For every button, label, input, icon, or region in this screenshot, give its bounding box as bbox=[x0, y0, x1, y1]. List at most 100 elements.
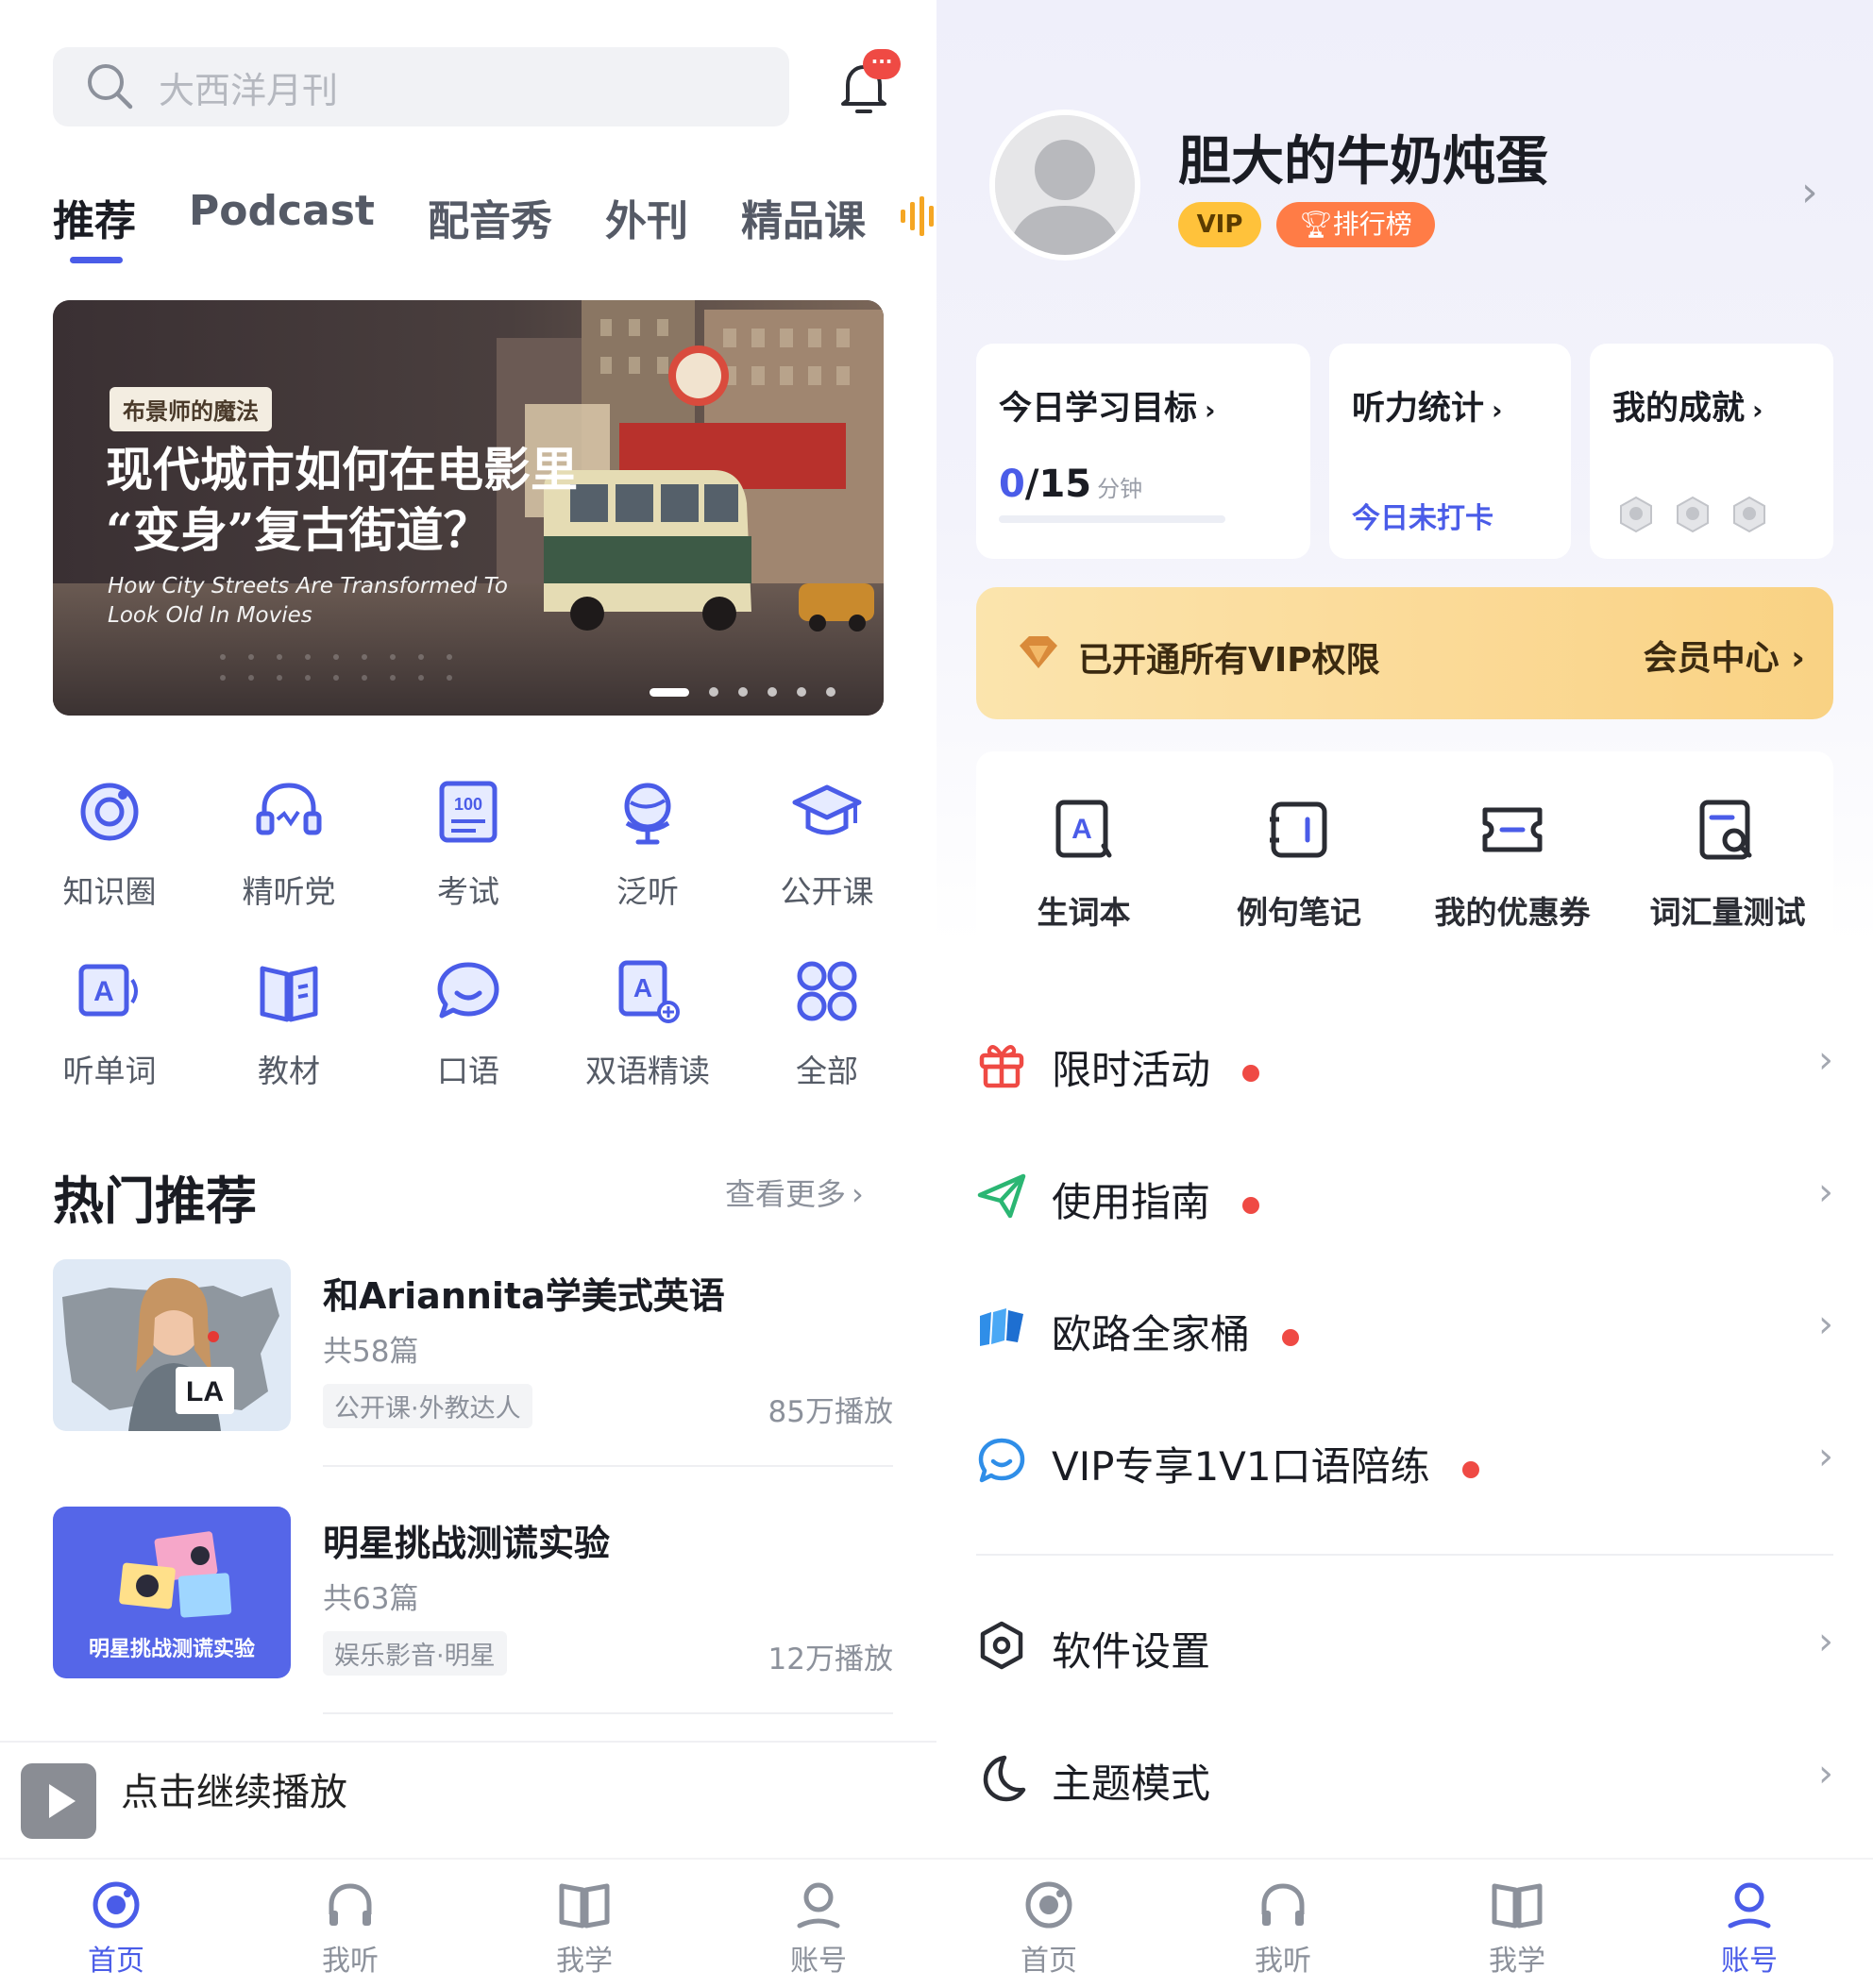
course-title: 和Ariannita学美式英语 bbox=[323, 1275, 725, 1317]
course-tag: 公开课·外教达人 bbox=[323, 1384, 532, 1428]
tab-home[interactable]: 首页 bbox=[45, 1875, 187, 1979]
tool-label: 例句笔记 bbox=[1237, 894, 1361, 931]
banner-pagination[interactable] bbox=[650, 687, 855, 697]
course-thumbnail: LA bbox=[53, 1259, 291, 1431]
tab-recommend[interactable]: 推荐 bbox=[53, 187, 136, 263]
menu-item-settings[interactable]: 软件设置 › bbox=[976, 1582, 1833, 1714]
menu-item-theme[interactable]: 主题模式 › bbox=[976, 1714, 1833, 1846]
study-goal-card[interactable]: 今日学习目标 › 0/15 分钟 bbox=[976, 344, 1310, 559]
course-count: 共63篇 bbox=[323, 1582, 419, 1616]
feature-exam[interactable]: 100 考试 bbox=[393, 774, 544, 925]
gift-icon bbox=[979, 1045, 1024, 1088]
tab-learn[interactable]: 我学 bbox=[1446, 1875, 1588, 1979]
feature-bilingual-reading[interactable]: A 双语精读 bbox=[572, 953, 723, 1104]
listening-stats-card[interactable]: 听力统计 › 今日未打卡 bbox=[1329, 344, 1571, 559]
tab-listen[interactable]: 我听 bbox=[1212, 1875, 1354, 1979]
vip-status-text: 已开通所有VIP权限 bbox=[1078, 641, 1380, 680]
feature-knowledge-circle[interactable]: 知识圈 bbox=[34, 774, 185, 925]
feature-open-course[interactable]: 公开课 bbox=[751, 774, 903, 925]
feature-textbook[interactable]: 教材 bbox=[213, 953, 364, 1104]
feature-all[interactable]: 全部 bbox=[751, 953, 903, 1104]
tab-label: 我学 bbox=[1489, 1945, 1545, 1978]
divider bbox=[976, 1554, 1833, 1556]
vip-badge[interactable]: VIP bbox=[1178, 202, 1261, 247]
vip-status-bar[interactable]: 已开通所有VIP权限 会员中心 › bbox=[976, 587, 1833, 719]
feature-label: 口语 bbox=[437, 1053, 499, 1089]
course-item[interactable]: LA 和Ariannita学美式英语 共58篇 公开课·外教达人 85万播放 bbox=[53, 1259, 893, 1467]
tools-panel: A 生词本 例句笔记 我的优惠券 词汇量测试 bbox=[976, 751, 1833, 987]
menu-item-user-guide[interactable]: 使用指南 › bbox=[976, 1133, 1833, 1265]
paper-plane-icon bbox=[977, 1173, 1026, 1219]
chevron-right-icon: › bbox=[1818, 1435, 1833, 1478]
tab-label: 我听 bbox=[1255, 1945, 1311, 1978]
member-center-link[interactable]: 会员中心 › bbox=[1644, 631, 1805, 680]
chevron-right-icon[interactable]: › bbox=[1801, 168, 1818, 216]
feature-label: 全部 bbox=[796, 1053, 858, 1089]
play-icon bbox=[49, 1784, 76, 1818]
divider bbox=[323, 1465, 893, 1467]
graduation-cap-icon bbox=[792, 784, 862, 835]
audio-wave-icon[interactable] bbox=[899, 194, 936, 238]
tool-vocabulary-test[interactable]: 词汇量测试 bbox=[1624, 793, 1831, 933]
trophy-icon: 🏆︎ bbox=[1299, 209, 1333, 240]
banner-title-line-1: 现代城市如何在电影里 bbox=[106, 442, 578, 497]
feature-listen-words[interactable]: A 听单词 bbox=[34, 953, 185, 1104]
card-title-text: 我的成就 bbox=[1612, 390, 1746, 428]
banner-subtitle-line-1: How City Streets Are Transformed To bbox=[108, 574, 508, 598]
chevron-right-icon: › bbox=[1818, 1171, 1833, 1214]
course-item[interactable]: 明星挑战测谎实验 明星挑战测谎实验 共63篇 娱乐影音·明星 12万播放 bbox=[53, 1507, 893, 1714]
tab-home[interactable]: 首页 bbox=[978, 1875, 1120, 1979]
course-count: 共58篇 bbox=[323, 1335, 419, 1369]
course-thumbnail: 明星挑战测谎实验 bbox=[53, 1507, 291, 1678]
home-screen: 大西洋月刊 ··· 推荐 Podcast 配音秀 外刊 精品课 布景师的魔法 现… bbox=[0, 0, 936, 1988]
svg-text:A: A bbox=[633, 973, 652, 1002]
book-icon bbox=[260, 966, 318, 1022]
tab-listen[interactable]: 我听 bbox=[279, 1875, 421, 1979]
tab-dubbing[interactable]: 配音秀 bbox=[428, 187, 552, 247]
tab-magazine[interactable]: 外刊 bbox=[605, 187, 688, 247]
menu-item-limited-events[interactable]: 限时活动 › bbox=[976, 1001, 1833, 1133]
bilingual-read-icon: A bbox=[618, 960, 680, 1023]
bottom-tab-bar: 首页 我听 我学 账号 bbox=[0, 1858, 936, 1988]
tool-vocabulary-book[interactable]: A 生词本 bbox=[980, 793, 1188, 933]
tool-sentence-notes[interactable]: 例句笔记 bbox=[1195, 793, 1403, 933]
course-thumbnail-image: LA bbox=[53, 1259, 291, 1431]
goal-current: 0 bbox=[999, 463, 1025, 506]
pagination-dot bbox=[709, 687, 718, 697]
tab-account[interactable]: 账号 bbox=[748, 1875, 889, 1979]
menu-item-eudic-apps[interactable]: 欧路全家桶 › bbox=[976, 1265, 1833, 1397]
feature-speaking[interactable]: 口语 bbox=[393, 953, 544, 1104]
avatar[interactable] bbox=[989, 110, 1140, 261]
feature-label: 精听党 bbox=[242, 873, 336, 910]
tool-coupons[interactable]: 我的优惠券 bbox=[1409, 793, 1616, 933]
menu-item-vip-speaking[interactable]: VIP专享1V1口语陪练 › bbox=[976, 1397, 1833, 1529]
menu-label-text: 欧路全家桶 bbox=[1052, 1311, 1251, 1357]
tab-learn[interactable]: 我学 bbox=[514, 1875, 655, 1979]
achievements-card[interactable]: 我的成就 › bbox=[1590, 344, 1833, 559]
ranking-badge[interactable]: 🏆︎排行榜 bbox=[1276, 202, 1435, 247]
card-title-text: 听力统计 bbox=[1352, 390, 1485, 428]
notification-button[interactable]: ··· bbox=[836, 49, 901, 119]
promo-banner[interactable]: 布景师的魔法 现代城市如何在电影里 “变身”复古街道？ How City Str… bbox=[53, 300, 884, 716]
tab-label: 我学 bbox=[556, 1945, 613, 1978]
headset-icon bbox=[256, 783, 322, 835]
mini-player[interactable]: 点击继续播放 bbox=[0, 1741, 936, 1858]
course-title: 明星挑战测谎实验 bbox=[323, 1523, 611, 1564]
see-more-link[interactable]: 查看更多 › bbox=[725, 1171, 864, 1214]
tab-label: 账号 bbox=[790, 1945, 847, 1978]
feature-extensive-listening[interactable]: 泛听 bbox=[572, 774, 723, 925]
diamond-icon bbox=[1020, 636, 1057, 668]
play-button[interactable] bbox=[21, 1763, 96, 1839]
tab-account[interactable]: 账号 bbox=[1679, 1875, 1820, 1979]
tab-podcast[interactable]: Podcast bbox=[189, 187, 375, 235]
card-title: 我的成就 › bbox=[1612, 381, 1763, 430]
feature-intensive-listening[interactable]: 精听党 bbox=[213, 774, 364, 925]
goal-progress-bar bbox=[999, 515, 1225, 523]
red-dot-indicator bbox=[1242, 1196, 1260, 1214]
search-bar[interactable]: 大西洋月刊 bbox=[53, 47, 789, 126]
menu-label: 主题模式 bbox=[1052, 1761, 1211, 1807]
tab-premium-course[interactable]: 精品课 bbox=[741, 187, 866, 247]
search-icon bbox=[88, 64, 133, 110]
achievement-badges bbox=[1616, 495, 1786, 534]
svg-text:A: A bbox=[1071, 814, 1092, 845]
